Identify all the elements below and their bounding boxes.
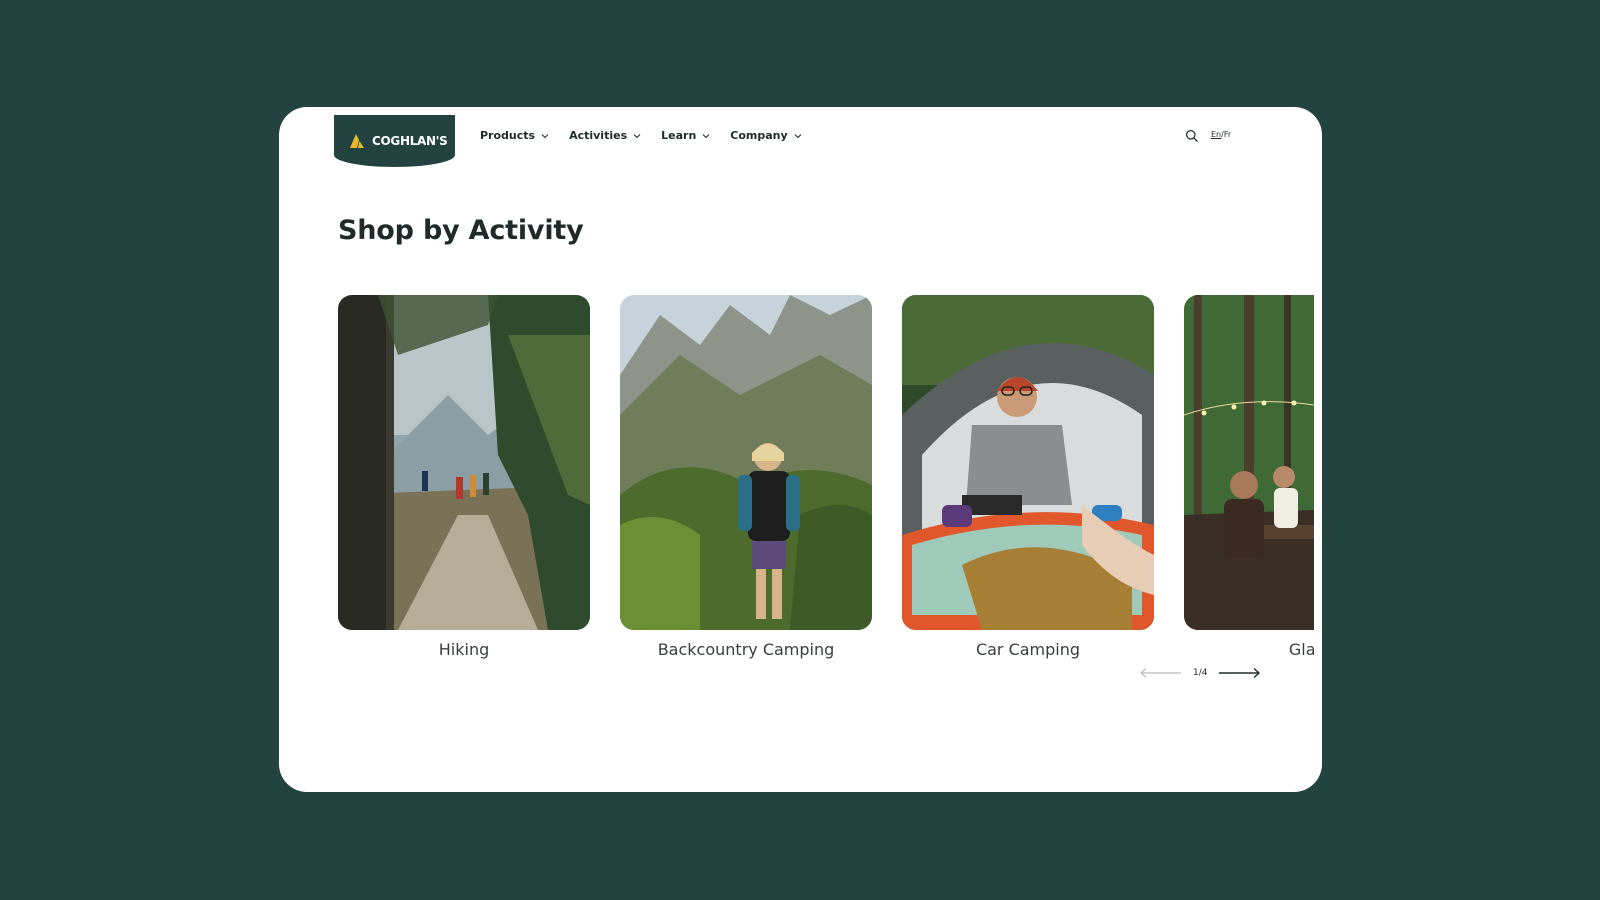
activity-label: Backcountry Camping bbox=[657, 640, 835, 659]
nav-item-label: Products bbox=[480, 129, 536, 142]
nav-item-company[interactable]: Company bbox=[730, 129, 802, 142]
chevron-down-icon bbox=[633, 133, 641, 138]
lang-fr-link[interactable]: Fr bbox=[1224, 130, 1231, 139]
activity-image-backcountry-camping bbox=[620, 295, 872, 630]
activity-image-glamping bbox=[1184, 295, 1314, 630]
activity-carousel: Hiking Backcountry Camping Car Camping G… bbox=[338, 295, 1314, 675]
activity-image-car-camping bbox=[902, 295, 1154, 630]
nav-item-label: Company bbox=[730, 129, 788, 142]
section-title: Shop by Activity bbox=[338, 215, 584, 246]
tent-logo-icon bbox=[350, 134, 364, 148]
activity-image-hiking bbox=[338, 295, 590, 630]
nav-item-activities[interactable]: Activities bbox=[569, 129, 641, 142]
pager-count: 1/4 bbox=[1193, 668, 1208, 678]
activity-card-backcountry-camping[interactable]: Backcountry Camping bbox=[620, 295, 872, 665]
logo[interactable]: COGHLAN'S bbox=[334, 115, 455, 167]
arrow-left-icon[interactable] bbox=[1139, 667, 1183, 679]
chevron-down-icon bbox=[794, 133, 802, 138]
nav-item-label: Activities bbox=[569, 129, 628, 142]
main-nav: Products Activities Learn Company bbox=[480, 129, 822, 142]
carousel-pager: 1/4 bbox=[1139, 667, 1261, 679]
chevron-down-icon bbox=[541, 133, 549, 138]
activity-label: Hiking bbox=[438, 640, 490, 659]
search-icon[interactable] bbox=[1185, 129, 1199, 143]
nav-item-products[interactable]: Products bbox=[480, 129, 549, 142]
lang-en-link[interactable]: En bbox=[1211, 130, 1221, 139]
activity-card-car-camping[interactable]: Car Camping bbox=[902, 295, 1154, 665]
language-switcher: En/Fr bbox=[1211, 130, 1231, 139]
nav-item-label: Learn bbox=[661, 129, 697, 142]
activity-label: Car Camping bbox=[975, 640, 1081, 659]
activity-card-glamping[interactable]: Glam bbox=[1184, 295, 1314, 665]
nav-item-learn[interactable]: Learn bbox=[661, 129, 710, 142]
page-card: COGHLAN'S Products Activities Learn Comp… bbox=[279, 107, 1322, 792]
chevron-down-icon bbox=[702, 133, 710, 138]
logo-text: COGHLAN'S bbox=[372, 134, 448, 148]
activity-card-hiking[interactable]: Hiking bbox=[338, 295, 590, 665]
activity-label: Glam bbox=[1288, 640, 1314, 659]
arrow-right-icon[interactable] bbox=[1217, 667, 1261, 679]
